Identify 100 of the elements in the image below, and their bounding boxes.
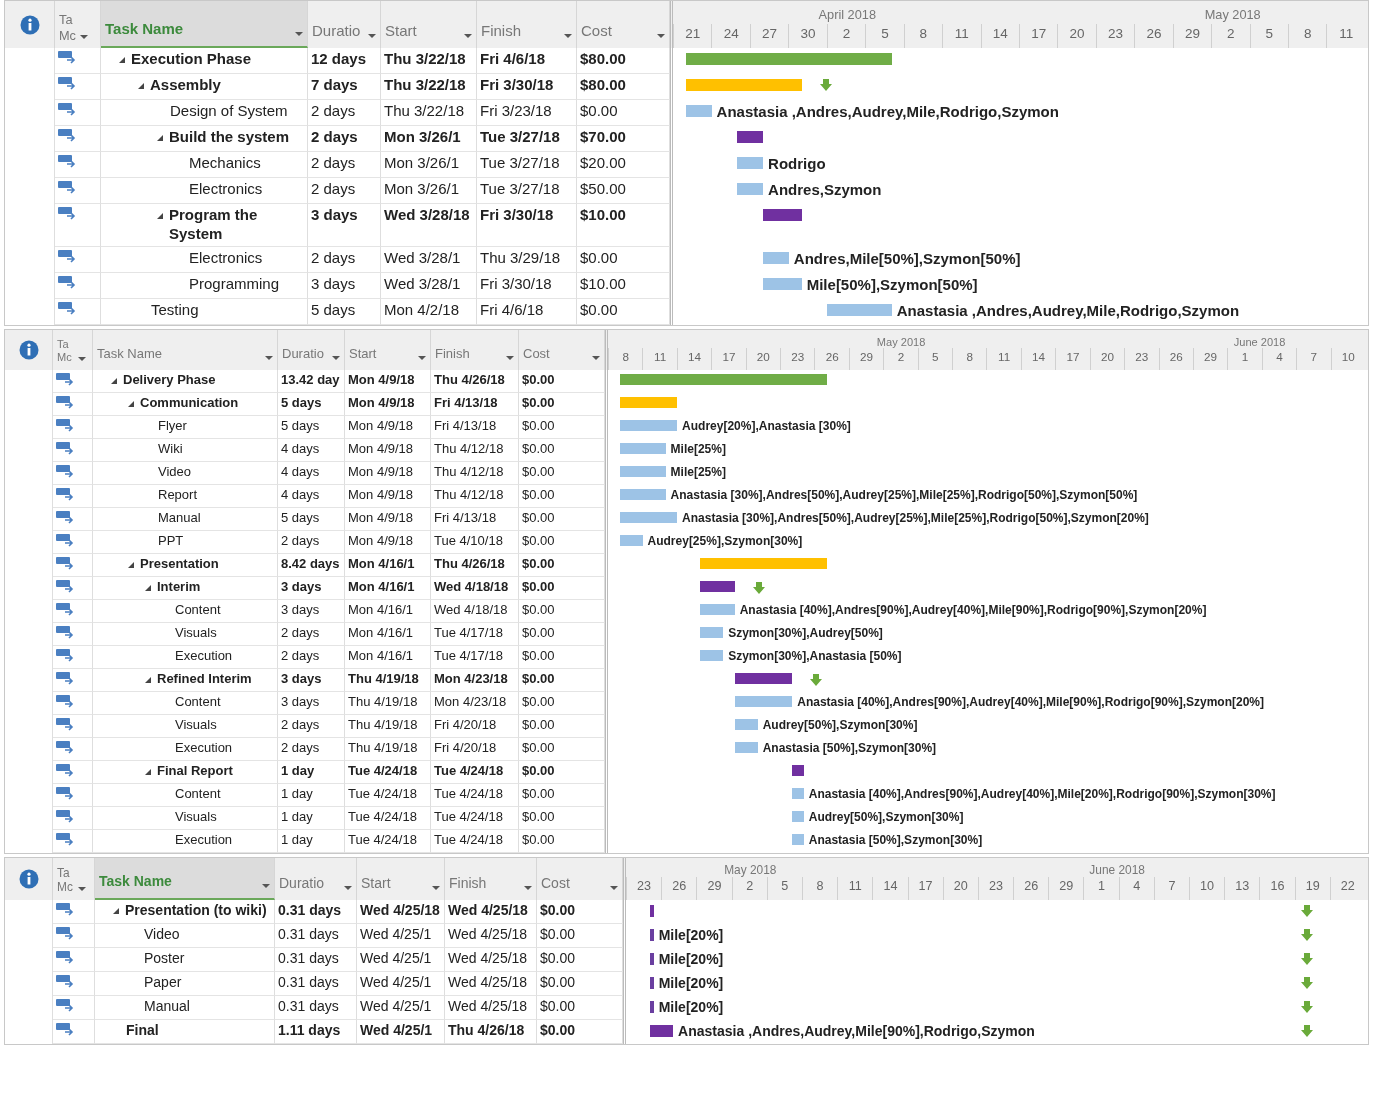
cost-cell: $10.00 xyxy=(577,204,670,247)
cost-cell: $0.00 xyxy=(519,645,605,669)
column-header[interactable]: Task Name xyxy=(101,1,308,48)
task-mode-icon xyxy=(56,509,76,524)
dropdown-caret-icon[interactable] xyxy=(80,35,88,39)
day-label: 30 xyxy=(788,23,827,48)
collapse-triangle-icon[interactable] xyxy=(110,376,118,385)
task-name: Final Report xyxy=(157,762,233,779)
column-header[interactable]: Finish xyxy=(445,857,537,900)
collapse-triangle-icon[interactable] xyxy=(127,560,135,569)
collapse-triangle-icon[interactable] xyxy=(156,212,164,220)
info-icon[interactable] xyxy=(18,868,39,889)
column-header[interactable]: Start xyxy=(357,857,445,900)
finish-date-cell: Wed 4/25/18 xyxy=(445,923,537,948)
start-date-cell: Mon 4/16/1 xyxy=(345,599,431,623)
column-header[interactable]: Task Name xyxy=(95,857,275,900)
day-label: 5 xyxy=(917,347,953,370)
month-label: May 2018 xyxy=(724,861,777,879)
column-header[interactable]: Duratio xyxy=(278,329,345,370)
cost-cell: $0.00 xyxy=(519,553,605,577)
dropdown-caret-icon[interactable] xyxy=(265,355,273,360)
collapse-triangle-icon[interactable] xyxy=(112,907,120,916)
start-date-cell: Wed 4/25/1 xyxy=(357,1019,445,1044)
duration-cell: 0.31 days xyxy=(275,995,357,1020)
collapse-triangle-icon[interactable] xyxy=(144,583,152,592)
task-name: Visuals xyxy=(175,624,217,641)
dropdown-caret-icon[interactable] xyxy=(657,34,665,38)
dropdown-caret-icon[interactable] xyxy=(262,883,270,888)
dropdown-caret-icon[interactable] xyxy=(524,885,532,890)
day-label: 29 xyxy=(1172,23,1212,48)
task-name: Delivery Phase xyxy=(123,371,216,388)
task-mode-icon xyxy=(56,997,76,1012)
column-header[interactable]: Cost xyxy=(577,1,670,48)
task-mode-icon xyxy=(56,601,76,616)
dropdown-caret-icon[interactable] xyxy=(506,355,514,360)
column-header[interactable]: Start xyxy=(345,329,431,370)
resource-label: Andres,Mile[50%],Szymon[50%] xyxy=(793,248,1021,269)
dropdown-caret-icon[interactable] xyxy=(368,34,376,38)
month-label: June 2018 xyxy=(1089,861,1145,879)
finish-date-cell: Wed 4/25/18 xyxy=(445,995,537,1020)
collapse-triangle-icon[interactable] xyxy=(156,134,164,142)
dropdown-caret-icon[interactable] xyxy=(418,355,426,360)
column-header[interactable]: Cost xyxy=(519,329,605,370)
duration-cell: 7 days xyxy=(308,74,381,100)
start-date-cell: Mon 3/26/1 xyxy=(381,152,477,178)
column-header[interactable]: Start xyxy=(381,1,477,48)
duration-cell: 3 days xyxy=(278,691,345,715)
collapse-triangle-icon[interactable] xyxy=(127,399,135,408)
cost-cell: $0.00 xyxy=(519,461,605,485)
collapse-triangle-icon[interactable] xyxy=(118,56,126,64)
collapse-triangle-icon[interactable] xyxy=(144,767,152,776)
finish-date-cell: Thu 4/12/18 xyxy=(431,484,519,508)
resource-label: Anastasia [40%],Andres[90%],Audrey[40%],Mile[20%],Rodrigo[90%],Szymon[30%] xyxy=(808,785,1276,803)
dropdown-caret-icon[interactable] xyxy=(332,355,340,360)
resource-label: Andres,Szymon xyxy=(768,180,882,200)
month-label: May 2018 xyxy=(876,334,926,350)
column-header[interactable]: Finish xyxy=(431,329,519,370)
task-mode-icon xyxy=(58,180,78,194)
task-mode-icon xyxy=(58,206,78,220)
cost-cell: $0.00 xyxy=(537,1019,623,1044)
cost-cell: $0.00 xyxy=(537,899,623,924)
finish-date-cell: Mon 4/23/18 xyxy=(431,668,519,692)
task-name: Execution xyxy=(175,831,233,848)
column-header[interactable]: Task Name xyxy=(93,329,278,370)
column-header[interactable]: Finish xyxy=(477,1,577,48)
column-header[interactable]: Duratio xyxy=(308,1,381,48)
day-label: 26 xyxy=(814,347,849,370)
task-name: Content xyxy=(175,693,221,710)
info-icon[interactable] xyxy=(18,339,39,360)
dropdown-caret-icon[interactable] xyxy=(464,34,472,38)
collapse-triangle-icon[interactable] xyxy=(144,675,152,684)
mode-column-header[interactable]: Ta Mc xyxy=(53,329,93,370)
dropdown-caret-icon[interactable] xyxy=(295,32,303,36)
collapse-triangle-icon[interactable] xyxy=(137,82,145,90)
day-label: 13 xyxy=(1224,876,1260,900)
duration-cell: 5 days xyxy=(308,298,381,325)
column-header[interactable]: Duratio xyxy=(275,857,357,900)
task-mode-icon xyxy=(56,739,76,754)
dropdown-caret-icon[interactable] xyxy=(78,886,86,891)
dropdown-caret-icon[interactable] xyxy=(592,355,600,360)
task-mode-icon xyxy=(56,624,76,639)
dropdown-caret-icon[interactable] xyxy=(432,885,440,890)
column-header[interactable]: Cost xyxy=(537,857,623,900)
info-icon[interactable] xyxy=(19,14,40,35)
day-label: 20 xyxy=(942,876,978,900)
dropdown-caret-icon[interactable] xyxy=(344,885,352,890)
dropdown-caret-icon[interactable] xyxy=(564,34,572,38)
task-mode-icon xyxy=(56,486,76,501)
day-label: 2 xyxy=(826,23,866,48)
dropdown-caret-icon[interactable] xyxy=(610,885,618,890)
day-label: 20 xyxy=(1089,347,1125,370)
duration-cell: 0.31 days xyxy=(275,923,357,948)
dropdown-caret-icon[interactable] xyxy=(78,356,86,361)
task-mode-icon xyxy=(58,300,78,315)
duration-cell: 1.11 days xyxy=(275,1019,357,1044)
cost-cell: $0.00 xyxy=(519,714,605,738)
cost-cell: $20.00 xyxy=(577,152,670,178)
day-label: 4 xyxy=(1261,347,1297,370)
cost-cell: $0.00 xyxy=(519,691,605,715)
task-mode-icon xyxy=(58,50,78,64)
